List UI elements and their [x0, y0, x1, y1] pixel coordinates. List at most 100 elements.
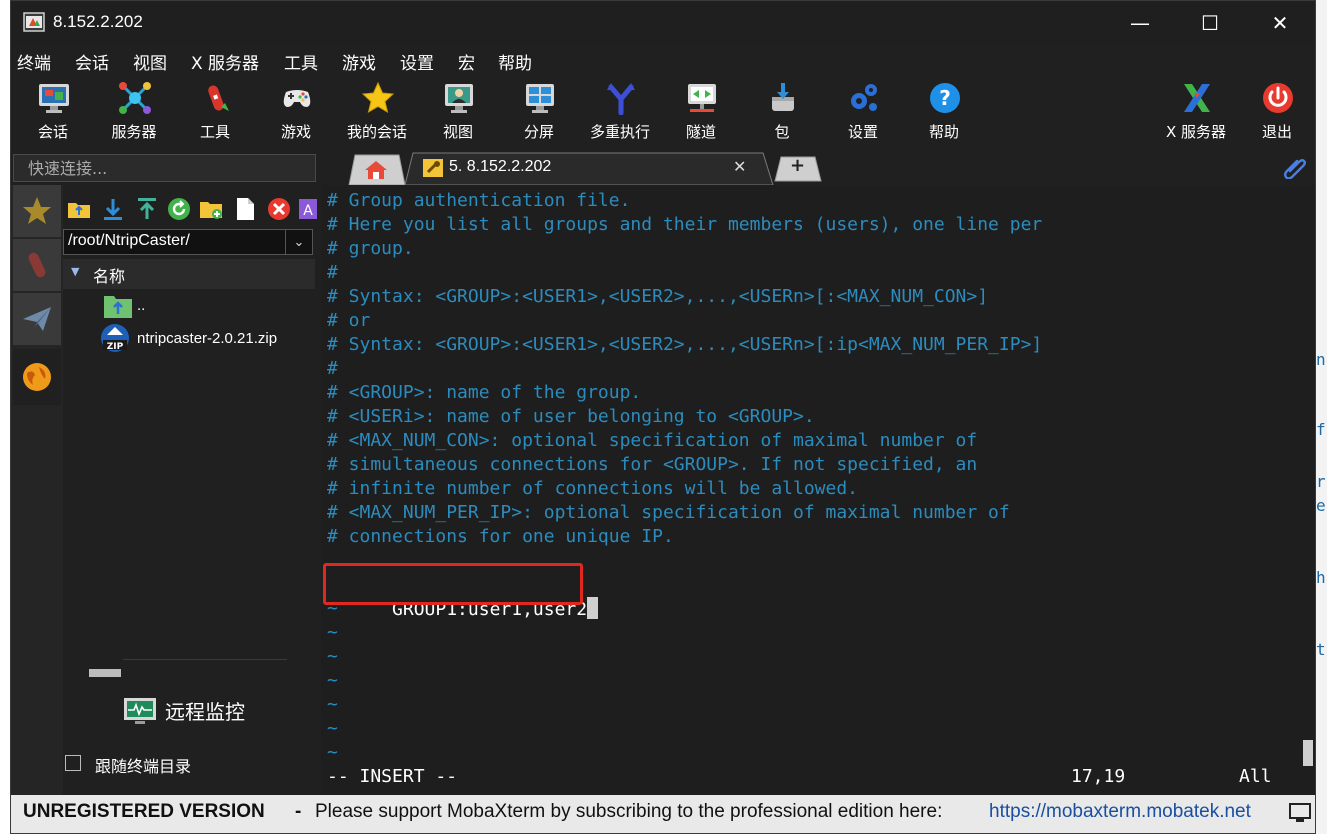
menu-games[interactable]: 游戏: [342, 49, 376, 74]
toolbar-tunnel-label: 隧道: [685, 123, 716, 141]
session-tab-bar: 5. 8.152.2.202 ✕ +: [321, 151, 1315, 185]
toolbar-session-label: 会话: [37, 123, 68, 141]
toolbar-games-button[interactable]: 游戏: [256, 79, 336, 143]
toolbar-multiexec-button[interactable]: 多重执行: [580, 79, 660, 143]
sidebar-tab-tools[interactable]: [13, 239, 61, 291]
sftp-path-field[interactable]: /root/NtripCaster/ ⌄: [63, 229, 313, 255]
sidebar-tab-macros[interactable]: [13, 293, 61, 345]
empty-line-marker: ~: [327, 622, 338, 643]
menu-terminal[interactable]: 终端: [17, 49, 51, 74]
highlight-box: [323, 563, 583, 605]
terminal-line: # connections for one unique IP.: [327, 526, 674, 547]
toolbar-tunnel-button[interactable]: 隧道: [661, 79, 741, 143]
toolbar-packages-button[interactable]: 包: [742, 79, 822, 143]
background-window-edge: nfreht: [1316, 0, 1327, 834]
toolbar-x-server-button[interactable]: X 服务器: [1156, 79, 1236, 143]
toolbar-help-button[interactable]: ? 帮助: [904, 79, 984, 143]
display-icon[interactable]: [1289, 803, 1311, 823]
toolbar-view-button[interactable]: 视图: [418, 79, 498, 143]
toolbar-x-server-label: X 服务器: [1165, 123, 1227, 141]
sftp-divider: [123, 659, 287, 660]
sftp-column-header[interactable]: ▼ 名称: [63, 259, 315, 289]
empty-line-marker: ~: [327, 742, 338, 763]
sftp-file-name: ..: [137, 297, 146, 314]
follow-terminal-label: 跟随终端目录: [95, 757, 192, 776]
scroll-position: All: [1239, 766, 1272, 787]
toolbar-split-button[interactable]: 分屏: [499, 79, 579, 143]
terminal-line: # or: [327, 310, 371, 331]
star-icon: [361, 81, 395, 114]
menu-help[interactable]: 帮助: [498, 49, 532, 74]
close-button[interactable]: ✕: [1245, 1, 1315, 45]
toolbar-view-label: 视图: [442, 123, 473, 141]
sftp-file-name: ntripcaster-2.0.21.zip: [137, 330, 278, 347]
toolbar-multiexec-label: 多重执行: [589, 123, 650, 141]
status-bar: UNREGISTERED VERSION - Please support Mo…: [11, 795, 1315, 833]
remote-monitoring-button[interactable]: 远程监控: [123, 695, 313, 725]
monitor-icon: [39, 84, 69, 113]
status-dash: -: [295, 801, 302, 822]
follow-terminal-checkbox[interactable]: [65, 755, 81, 771]
new-file-icon[interactable]: [233, 197, 257, 221]
text-cursor: [587, 597, 599, 619]
title-bar: 8.152.2.202 — ☐ ✕: [11, 1, 1315, 45]
terminal-line: # <GROUP>: name of the group.: [327, 382, 642, 403]
paper-plane-icon: [23, 307, 51, 331]
menu-settings[interactable]: 设置: [400, 49, 434, 74]
terminal-line: # group.: [327, 238, 414, 259]
terminal-area[interactable]: # Group authentication file. # Here you …: [321, 185, 1315, 795]
upload-icon[interactable]: [135, 197, 159, 221]
tab-close-icon[interactable]: ✕: [733, 157, 746, 176]
vim-mode-indicator: -- INSERT --: [327, 766, 458, 787]
sftp-file-row[interactable]: ..: [103, 289, 313, 319]
terminal-line: #: [327, 358, 338, 379]
cursor-position: 17,19: [1071, 766, 1126, 787]
maximize-button[interactable]: ☐: [1175, 1, 1245, 45]
empty-line-marker: ~: [327, 718, 338, 739]
toolbar-packages-label: 包: [774, 123, 790, 141]
rename-icon[interactable]: A: [299, 197, 317, 221]
swiss-knife-icon: [208, 85, 229, 111]
parent-folder-icon[interactable]: [67, 197, 91, 221]
toolbar-session-button[interactable]: 会话: [13, 79, 93, 143]
menu-macros[interactable]: 宏: [458, 49, 475, 74]
terminal-line: # <MAX_NUM_PER_IP>: optional specificati…: [327, 502, 1010, 523]
toolbar-exit-button[interactable]: 退出: [1237, 79, 1315, 143]
sftp-globe-icon: [23, 363, 51, 391]
svg-text:?: ?: [939, 86, 951, 110]
toolbar-games-label: 游戏: [280, 123, 311, 141]
minimize-button[interactable]: —: [1105, 1, 1175, 45]
network-icon: [119, 82, 151, 114]
menu-tools[interactable]: 工具: [284, 49, 318, 74]
sftp-path-text: /root/NtripCaster/: [68, 232, 190, 249]
toolbar-settings-button[interactable]: 设置: [823, 79, 903, 143]
sftp-scrollbar-thumb[interactable]: [89, 669, 121, 677]
menu-view[interactable]: 视图: [133, 49, 167, 74]
delete-icon[interactable]: [267, 197, 291, 221]
sidebar-tab-sessions[interactable]: [13, 185, 61, 237]
sidebar-tab-sftp[interactable]: [13, 349, 61, 405]
session-tab-label: 5. 8.152.2.202: [449, 158, 552, 175]
download-icon[interactable]: [101, 197, 125, 221]
menu-session[interactable]: 会话: [75, 49, 109, 74]
new-folder-icon[interactable]: [199, 197, 223, 221]
paperclip-icon[interactable]: [1283, 155, 1307, 179]
monitor-pulse-icon: [124, 698, 156, 724]
chevron-down-icon[interactable]: ⌄: [285, 230, 312, 254]
star-icon: [23, 197, 51, 224]
terminal-scrollbar[interactable]: [1303, 740, 1313, 766]
toolbar-split-label: 分屏: [523, 123, 554, 141]
toolbar-servers-button[interactable]: 服务器: [94, 79, 174, 143]
menu-x-server[interactable]: X 服务器: [191, 49, 259, 74]
toolbar-tools-button[interactable]: 工具: [175, 79, 255, 143]
toolbar-my-sessions-button[interactable]: 我的会话: [337, 79, 417, 143]
parent-folder-icon: [104, 296, 132, 318]
sftp-file-row[interactable]: ZIP ntripcaster-2.0.21.zip: [101, 323, 313, 353]
toolbar: 会话 服务器 工具 游戏 我的会话 视图 分屏 多重执行 隧道 包 设置 ? 帮…: [11, 75, 1315, 151]
mobatek-link[interactable]: https://mobaxterm.mobatek.net: [989, 801, 1251, 823]
quick-connect-input[interactable]: [14, 155, 315, 181]
zip-file-icon: ZIP: [101, 324, 129, 352]
refresh-icon[interactable]: [167, 197, 191, 221]
terminal-line: #: [327, 262, 338, 283]
sidebar-tabs: [11, 185, 63, 795]
